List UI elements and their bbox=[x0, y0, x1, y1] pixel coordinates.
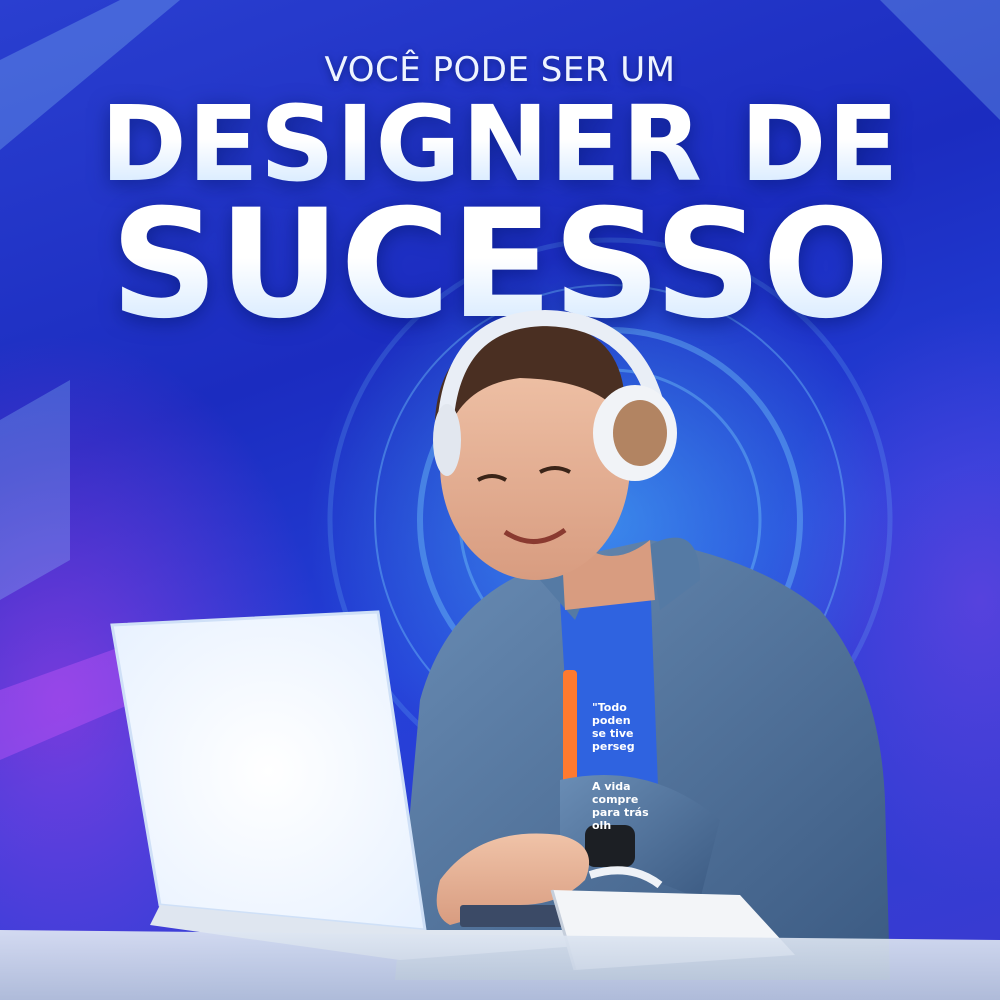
tshirt-text-block-2: A vida compre para trás olh bbox=[592, 780, 649, 832]
tshirt-text-block-1: "Todo poden se tive perseg bbox=[592, 701, 635, 753]
tshirt-text: "Todo poden se tive perseg A vida compre… bbox=[592, 688, 662, 832]
person-scene bbox=[0, 309, 1000, 1000]
desk bbox=[0, 930, 1000, 1000]
poster: VOCÊ PODE SER UM DESIGNER DE SUCESSO "To… bbox=[0, 0, 1000, 1000]
